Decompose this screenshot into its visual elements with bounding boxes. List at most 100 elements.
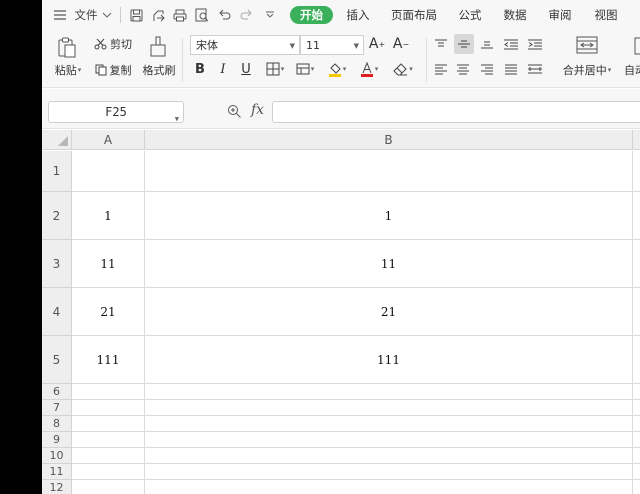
tab-start[interactable]: 开始 [290, 6, 333, 24]
cell-b[interactable] [145, 464, 633, 480]
cell-b[interactable]: 111 [145, 336, 633, 384]
align-bottom-icon[interactable] [478, 36, 496, 52]
quick-access-dropdown-icon[interactable] [264, 5, 276, 25]
cell-c[interactable] [633, 288, 640, 336]
justify-icon[interactable] [502, 60, 520, 78]
row-header[interactable]: 6 [42, 384, 72, 400]
tab-insert[interactable]: 插入 [342, 6, 374, 24]
cut-button[interactable]: 剪切 [92, 36, 134, 52]
cell-a[interactable]: 111 [72, 336, 145, 384]
row-header[interactable]: 7 [42, 400, 72, 416]
redo-icon[interactable] [238, 5, 254, 25]
cell-b[interactable] [145, 400, 633, 416]
zoom-formula-icon[interactable] [226, 103, 242, 119]
insert-function-icon[interactable]: fx [251, 102, 264, 118]
row-header[interactable]: 1 [42, 151, 72, 192]
column-header-c[interactable] [633, 130, 640, 150]
decrease-font-size-icon[interactable]: A − [392, 34, 410, 54]
cell-style-icon[interactable]: ▾ [292, 60, 318, 78]
copy-button[interactable]: 复制 [92, 62, 134, 78]
save-icon[interactable] [128, 5, 144, 25]
align-left-icon[interactable] [432, 60, 450, 78]
increase-indent-icon[interactable] [526, 36, 544, 52]
italic-icon[interactable]: I [215, 60, 231, 78]
paste-icon[interactable] [56, 34, 78, 60]
tab-page-layout[interactable]: 页面布局 [386, 6, 442, 24]
print-preview-icon[interactable] [194, 5, 210, 25]
align-top-icon[interactable] [432, 36, 450, 52]
cell-c[interactable] [633, 240, 640, 288]
cell-c[interactable] [633, 416, 640, 432]
format-painter-button[interactable]: 格式刷 [140, 62, 178, 78]
fill-color-icon[interactable]: ▾ [324, 60, 350, 78]
cell-b[interactable] [145, 480, 633, 494]
cell-b[interactable] [145, 384, 633, 400]
merge-center-button[interactable]: 合并居中 ▾ [558, 62, 616, 78]
cell-c[interactable] [633, 400, 640, 416]
align-center-icon[interactable] [454, 60, 472, 78]
cell-a[interactable] [72, 400, 145, 416]
bold-icon[interactable]: B [192, 60, 208, 78]
cell-a[interactable]: 1 [72, 192, 145, 240]
cell-a[interactable]: 11 [72, 240, 145, 288]
cell-b[interactable] [145, 432, 633, 448]
auto-wrap-button[interactable]: 自动 [624, 62, 640, 78]
borders-icon[interactable]: ▾ [262, 60, 288, 78]
cell-a[interactable] [72, 416, 145, 432]
cell-a[interactable] [72, 384, 145, 400]
cell-c[interactable] [633, 432, 640, 448]
cell-c[interactable] [633, 192, 640, 240]
row-header[interactable]: 4 [42, 288, 72, 336]
column-header-b[interactable]: B [145, 130, 633, 150]
merge-center-icon[interactable] [574, 34, 600, 56]
cell-c[interactable] [633, 151, 640, 192]
paste-button[interactable]: 粘贴 ▾ [50, 62, 86, 78]
row-header[interactable]: 11 [42, 464, 72, 480]
undo-icon[interactable] [216, 5, 232, 25]
row-header[interactable]: 2 [42, 192, 72, 240]
align-middle-icon[interactable] [454, 34, 474, 54]
cell-c[interactable] [633, 336, 640, 384]
cell-b[interactable]: 11 [145, 240, 633, 288]
decrease-indent-icon[interactable] [502, 36, 520, 52]
export-icon[interactable] [150, 5, 166, 25]
align-right-icon[interactable] [478, 60, 496, 78]
cell-a[interactable] [72, 480, 145, 494]
cell-a[interactable] [72, 432, 145, 448]
format-painter-icon[interactable] [148, 34, 168, 60]
font-size-select[interactable]: 11 ▼ [300, 35, 364, 55]
tab-review[interactable]: 审阅 [544, 6, 576, 24]
tab-data[interactable]: 数据 [499, 6, 531, 24]
wrap-text-icon[interactable] [630, 36, 640, 56]
select-all-corner[interactable] [42, 130, 72, 150]
cell-b[interactable] [145, 416, 633, 432]
cell-b[interactable]: 1 [145, 192, 633, 240]
font-family-select[interactable]: 宋体 ▼ [190, 35, 300, 55]
cell-a[interactable] [72, 464, 145, 480]
chevron-down-icon[interactable] [100, 5, 114, 25]
underline-icon[interactable]: U [238, 60, 254, 78]
row-header[interactable]: 3 [42, 240, 72, 288]
cell-c[interactable] [633, 464, 640, 480]
cell-b[interactable] [145, 151, 633, 192]
cell-a[interactable] [72, 151, 145, 192]
name-box[interactable]: F25 ▼ [48, 101, 184, 123]
row-header[interactable]: 5 [42, 336, 72, 384]
column-header-a[interactable]: A [72, 130, 145, 150]
print-icon[interactable] [172, 5, 188, 25]
row-header[interactable]: 8 [42, 416, 72, 432]
hamburger-icon[interactable] [54, 5, 66, 25]
increase-font-size-icon[interactable]: A + [368, 34, 386, 54]
cell-a[interactable] [72, 448, 145, 464]
file-menu[interactable]: 文件 [72, 5, 100, 25]
font-color-icon[interactable]: ▾ [356, 60, 382, 78]
formula-input[interactable] [272, 101, 640, 123]
row-header[interactable]: 10 [42, 448, 72, 464]
cell-b[interactable]: 21 [145, 288, 633, 336]
tab-formulas[interactable]: 公式 [454, 6, 486, 24]
row-header[interactable]: 12 [42, 480, 72, 494]
tab-view[interactable]: 视图 [590, 6, 622, 24]
cell-c[interactable] [633, 480, 640, 494]
distributed-align-icon[interactable] [526, 60, 544, 78]
cell-c[interactable] [633, 384, 640, 400]
